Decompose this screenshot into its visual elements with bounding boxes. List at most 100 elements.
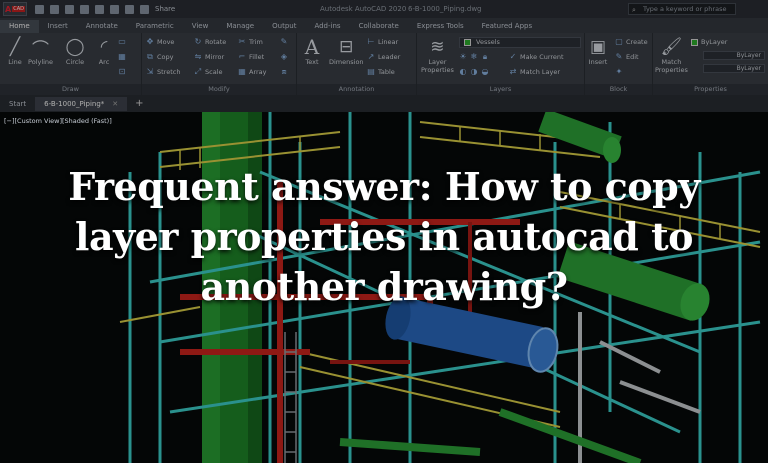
table-tool[interactable]: ▤ Table <box>367 68 395 77</box>
tab-express-tools[interactable]: Express Tools <box>408 20 473 33</box>
array-tool[interactable]: ▦ Array <box>238 67 266 77</box>
match-layer-button[interactable]: ⇄ Match Layer <box>509 67 561 77</box>
edit-block-button[interactable]: ✎ Edit <box>615 53 639 62</box>
stretch-icon: ⇲ <box>146 67 154 76</box>
undo-icon[interactable] <box>125 4 134 14</box>
linetype-dropdown[interactable]: ByLayer <box>703 51 765 60</box>
make-current-button[interactable]: ✓ Make Current <box>509 52 564 62</box>
text-icon: A <box>304 35 320 59</box>
layer-state-tools[interactable]: ☀ ❄ 🔒︎ <box>459 53 489 61</box>
polyline-tool[interactable]: ⌒ Polyline <box>28 36 54 67</box>
tab-home[interactable]: Home <box>0 20 39 33</box>
lineweight-dropdown[interactable]: ByLayer <box>703 64 765 73</box>
application-menu-button[interactable]: A CAD <box>3 2 27 16</box>
layer-color-swatch <box>464 39 471 46</box>
modify-panel-label[interactable]: Modify <box>142 84 296 95</box>
offset-tool[interactable]: ⧈ <box>280 68 288 76</box>
match-layer-icon: ⇄ <box>509 67 517 76</box>
layers-panel-label[interactable]: Layers <box>417 84 584 95</box>
tab-annotate[interactable]: Annotate <box>77 20 127 33</box>
rotate-tool[interactable]: ↻ Rotate <box>194 38 227 47</box>
search-input[interactable]: ⌕ Type a keyword or phrase <box>628 3 736 15</box>
polyline-label: Polyline <box>28 58 54 66</box>
leader-tool[interactable]: ↗ Leader <box>367 53 401 62</box>
array-icon: ▦ <box>238 67 246 76</box>
layer-properties-icon: ≋ <box>430 37 445 57</box>
start-tab[interactable]: Start <box>0 97 35 111</box>
layer-dropdown[interactable]: Vessels <box>459 37 581 48</box>
table-label: Table <box>378 68 395 76</box>
layer-isolate-tools[interactable]: ◐ ◑ ◒ <box>459 68 489 76</box>
trim-label: Trim <box>249 38 263 46</box>
block-panel-label[interactable]: Block <box>585 84 652 95</box>
line-tool[interactable]: ╱ Line <box>4 36 26 66</box>
match-properties-label-1: Match <box>661 58 682 66</box>
web-mobile-icon[interactable] <box>95 4 104 14</box>
title-bar: A CAD Share Autodesk AutoCAD 2020 6-B-10… <box>0 0 768 18</box>
circle-icon: ◯ <box>65 37 85 57</box>
tab-manage[interactable]: Manage <box>217 20 263 33</box>
tab-add-ins[interactable]: Add-ins <box>305 20 349 33</box>
drawing-tab[interactable]: 6-B-1000_Piping* ✕ <box>35 96 128 111</box>
open-icon[interactable] <box>50 4 59 14</box>
circle-label: Circle <box>65 58 85 66</box>
viewport-controls[interactable]: [−][Custom View][Shaded (Fast)] <box>4 117 112 125</box>
dimension-tool[interactable]: ⊟ Dimension <box>329 36 364 66</box>
tab-insert[interactable]: Insert <box>39 20 77 33</box>
draw-panel-label[interactable]: Draw <box>0 84 141 95</box>
tab-parametric[interactable]: Parametric <box>127 20 183 33</box>
fillet-tool[interactable]: ⌐ Fillet <box>238 53 265 62</box>
scale-label: Scale <box>205 68 223 76</box>
linear-icon: ⊢ <box>367 37 375 46</box>
polyline-icon: ⌒ <box>32 39 50 60</box>
hatch-tool[interactable]: ▦ <box>118 53 126 61</box>
save-as-icon[interactable] <box>80 4 89 14</box>
block-attributes-button[interactable]: ✦ <box>615 68 623 76</box>
mirror-tool[interactable]: ⇋ Mirror <box>194 53 225 62</box>
insert-tool[interactable]: ▣ Insert <box>587 36 609 66</box>
plot-icon[interactable] <box>110 4 119 14</box>
close-icon[interactable]: ✕ <box>112 100 118 108</box>
match-properties-tool[interactable]: 🖌︎ Match Properties <box>655 36 688 74</box>
new-icon[interactable] <box>35 4 44 14</box>
tab-output[interactable]: Output <box>263 20 305 33</box>
match-properties-icon: 🖌︎ <box>660 37 683 57</box>
scale-tool[interactable]: ⤢ Scale <box>194 67 223 77</box>
circle-tool[interactable]: ◯ Circle <box>64 36 86 66</box>
erase-tool[interactable]: ✎ <box>280 38 288 46</box>
share-button[interactable]: Share <box>155 5 175 13</box>
stretch-tool[interactable]: ⇲ Stretch <box>146 67 181 77</box>
trim-tool[interactable]: ✂ Trim <box>238 38 263 47</box>
make-current-icon: ✓ <box>509 52 517 61</box>
explode-tool[interactable]: ◈ <box>280 53 288 61</box>
properties-panel-label[interactable]: Properties <box>653 84 768 95</box>
scale-icon: ⤢ <box>194 67 202 76</box>
annotation-panel: A Text ⊟ Dimension ⊢ Linear ↗ Leader ▤ Tabl… <box>297 33 417 95</box>
insert-block-icon: ▣ <box>589 37 607 57</box>
color-dropdown[interactable]: ByLayer <box>691 38 727 46</box>
move-tool[interactable]: ✥ Move <box>146 38 175 47</box>
text-tool[interactable]: A Text <box>301 35 323 66</box>
tab-collaborate[interactable]: Collaborate <box>350 20 408 33</box>
new-tab-icon[interactable]: + <box>127 98 151 109</box>
rectangle-icon: ▭ <box>118 37 126 46</box>
layer-on-icon: ☀ <box>459 52 467 61</box>
boundary-tool[interactable]: ⊡ <box>118 68 126 76</box>
arc-label: Arc <box>98 58 110 66</box>
redo-icon[interactable] <box>140 4 149 14</box>
match-layer-label: Match Layer <box>520 68 561 76</box>
annotation-panel-label[interactable]: Annotation <box>297 84 416 95</box>
layer-freeze-icon: ❄ <box>470 52 478 61</box>
copy-tool[interactable]: ⧉ Copy <box>146 53 173 62</box>
tab-featured-apps[interactable]: Featured Apps <box>473 20 541 33</box>
arc-tool[interactable]: ◜ Arc <box>93 36 115 66</box>
linear-tool[interactable]: ⊢ Linear <box>367 37 399 47</box>
create-block-button[interactable]: ▢ Create <box>615 38 647 47</box>
line-icon: ╱ <box>9 37 21 57</box>
save-icon[interactable] <box>65 4 74 14</box>
color-swatch <box>691 38 698 46</box>
layer-properties-tool[interactable]: ≋ Layer Properties <box>421 36 454 74</box>
tab-view[interactable]: View <box>183 20 218 33</box>
bylayer-lineweight-label: ByLayer <box>736 65 761 72</box>
rectangle-tool[interactable]: ▭ <box>118 38 126 46</box>
